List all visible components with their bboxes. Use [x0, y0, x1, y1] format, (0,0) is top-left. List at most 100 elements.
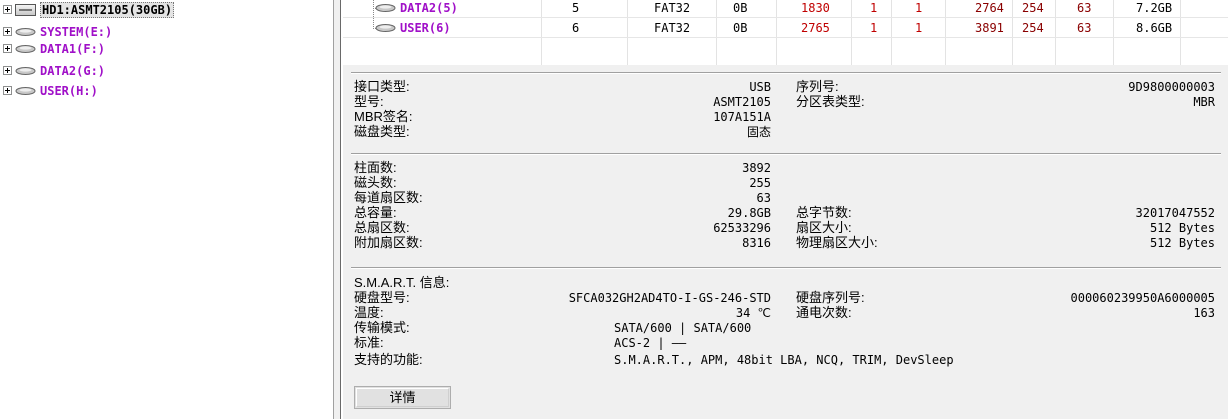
model-value: ASMT2105: [713, 95, 771, 109]
serial-label: 序列号:: [796, 79, 839, 94]
standard-label: 标准:: [354, 335, 384, 350]
power-on-count-value: 163: [1193, 306, 1215, 320]
partition-id: 0B: [733, 21, 748, 35]
sector-size-value: 512 Bytes: [1149, 221, 1215, 235]
transfer-mode-label: 传输模式:: [354, 320, 410, 335]
hdd-model-value: SFCA032GH2AD4TO-I-GS-246-STD: [568, 291, 771, 305]
tree-item-label: DATA1(F:): [40, 41, 106, 56]
smart-header: S.M.A.R.T. 信息:: [354, 275, 450, 290]
partition-icon: [15, 44, 36, 53]
section-divider: [351, 267, 1221, 269]
tree-item-label: SYSTEM(E:): [40, 24, 113, 39]
end-cylinder: 2764: [975, 1, 1004, 15]
total-sectors-label: 总扇区数:: [354, 220, 410, 235]
details-pane: DATA2(5) 5 FAT32 0B 1830 1 1 2764 254 63…: [343, 0, 1228, 419]
end-cylinder: 3891: [975, 21, 1004, 35]
expand-icon[interactable]: [3, 66, 12, 75]
total-bytes-label: 总字节数:: [796, 205, 852, 220]
total-bytes-value: 32017047552: [1135, 206, 1215, 220]
extra-sectors-label: 附加扇区数:: [354, 235, 423, 250]
partition-id: 0B: [733, 1, 748, 15]
power-on-count-label: 通电次数:: [796, 305, 852, 320]
temperature-label: 温度:: [354, 305, 384, 320]
features-value: S.M.A.R.T., APM, 48bit LBA, NCQ, TRIM, D…: [614, 353, 954, 367]
start-cylinder: 2765: [801, 21, 830, 35]
section-divider: [351, 72, 1221, 74]
end-sector: 63: [1077, 21, 1092, 35]
end-sector: 63: [1077, 1, 1092, 15]
start-cylinder: 1830: [801, 1, 830, 15]
partition-icon: [15, 86, 36, 95]
partition-index: 5: [572, 1, 580, 15]
partition-name-cell: DATA2(5): [375, 0, 458, 18]
tree-item-user[interactable]: USER(H:): [3, 82, 98, 99]
partition-name: DATA2(5): [400, 1, 458, 15]
cylinders-label: 柱面数:: [354, 160, 397, 175]
partition-icon: [375, 4, 396, 12]
start-head: 1: [870, 21, 878, 35]
mbr-signature-label: MBR签名:: [354, 109, 413, 124]
details-button[interactable]: 详情: [354, 386, 451, 409]
transfer-mode-value: SATA/600 | SATA/600: [614, 321, 752, 335]
serial-value: 9D9800000003: [1128, 80, 1215, 94]
partition-table[interactable]: DATA2(5) 5 FAT32 0B 1830 1 1 2764 254 63…: [343, 0, 1228, 65]
hdd-model-label: 硬盘型号:: [354, 290, 410, 305]
tree-item-data2[interactable]: DATA2(G:): [3, 62, 105, 79]
mbr-signature-value: 107A151A: [713, 110, 771, 124]
interface-label: 接口类型:: [354, 79, 410, 94]
partition-table-type-label: 分区表类型:: [796, 94, 865, 109]
disk-type-label: 磁盘类型:: [354, 124, 410, 139]
tree-item-label: DATA2(G:): [40, 63, 106, 78]
hard-disk-icon: [15, 3, 36, 16]
extra-sectors-value: 8316: [742, 236, 771, 250]
file-system: FAT32: [654, 21, 691, 35]
end-head: 254: [1022, 21, 1044, 35]
tree-item-system[interactable]: SYSTEM(E:): [3, 23, 112, 40]
partition-name: USER(6): [400, 21, 451, 35]
end-head: 254: [1022, 1, 1044, 15]
file-system: FAT32: [654, 1, 691, 15]
sectors-per-track-label: 每道扇区数:: [354, 190, 423, 205]
disk-type-value: 固态: [746, 125, 771, 139]
capacity-label: 总容量:: [354, 205, 397, 220]
table-row[interactable]: USER(6) 6 FAT32 0B 2765 1 1 3891 254 63 …: [343, 18, 1228, 38]
sector-size-label: 扇区大小:: [796, 220, 852, 235]
pane-splitter[interactable]: [333, 0, 343, 419]
expand-icon[interactable]: [3, 5, 12, 14]
physical-sector-size-label: 物理扇区大小:: [796, 235, 878, 250]
sectors-per-track-value: 63: [756, 191, 771, 205]
partition-index: 6: [572, 21, 580, 35]
hdd-serial-value: 000060239950A6000005: [1070, 291, 1216, 305]
standard-value: ACS-2 | ——: [614, 336, 687, 350]
start-sector: 1: [915, 21, 923, 35]
partition-table-type-value: MBR: [1193, 95, 1215, 109]
heads-label: 磁头数:: [354, 175, 397, 190]
total-sectors-value: 62533296: [713, 221, 771, 235]
expand-icon[interactable]: [3, 44, 12, 53]
partition-size: 8.6GB: [1136, 21, 1173, 35]
partition-icon: [15, 66, 36, 75]
partition-icon: [15, 27, 36, 36]
temperature-value: 34 ℃: [735, 306, 771, 320]
heads-value: 255: [749, 176, 771, 190]
tree-item-label: USER(H:): [40, 83, 98, 98]
start-sector: 1: [915, 1, 923, 15]
expand-icon[interactable]: [3, 27, 12, 36]
hdd-serial-label: 硬盘序列号:: [796, 290, 865, 305]
tree-item-label: HD1:ASMT2105(30GB): [40, 1, 175, 18]
cylinders-value: 3892: [742, 161, 771, 175]
partition-icon: [375, 24, 396, 32]
partition-name-cell: USER(6): [375, 18, 451, 38]
table-row[interactable]: DATA2(5) 5 FAT32 0B 1830 1 1 2764 254 63…: [343, 0, 1228, 18]
section-divider: [351, 153, 1221, 155]
expand-icon[interactable]: [3, 86, 12, 95]
disk-tree[interactable]: HD1:ASMT2105(30GB) SYSTEM(E:) DATA1(F:) …: [0, 0, 333, 419]
start-head: 1: [870, 1, 878, 15]
features-label: 支持的功能:: [354, 352, 423, 367]
capacity-value: 29.8GB: [727, 206, 771, 220]
model-label: 型号:: [354, 94, 384, 109]
interface-value: USB: [749, 80, 771, 94]
tree-item-hd1[interactable]: HD1:ASMT2105(30GB): [3, 1, 175, 18]
physical-sector-size-value: 512 Bytes: [1149, 236, 1215, 250]
tree-item-data1[interactable]: DATA1(F:): [3, 40, 105, 57]
